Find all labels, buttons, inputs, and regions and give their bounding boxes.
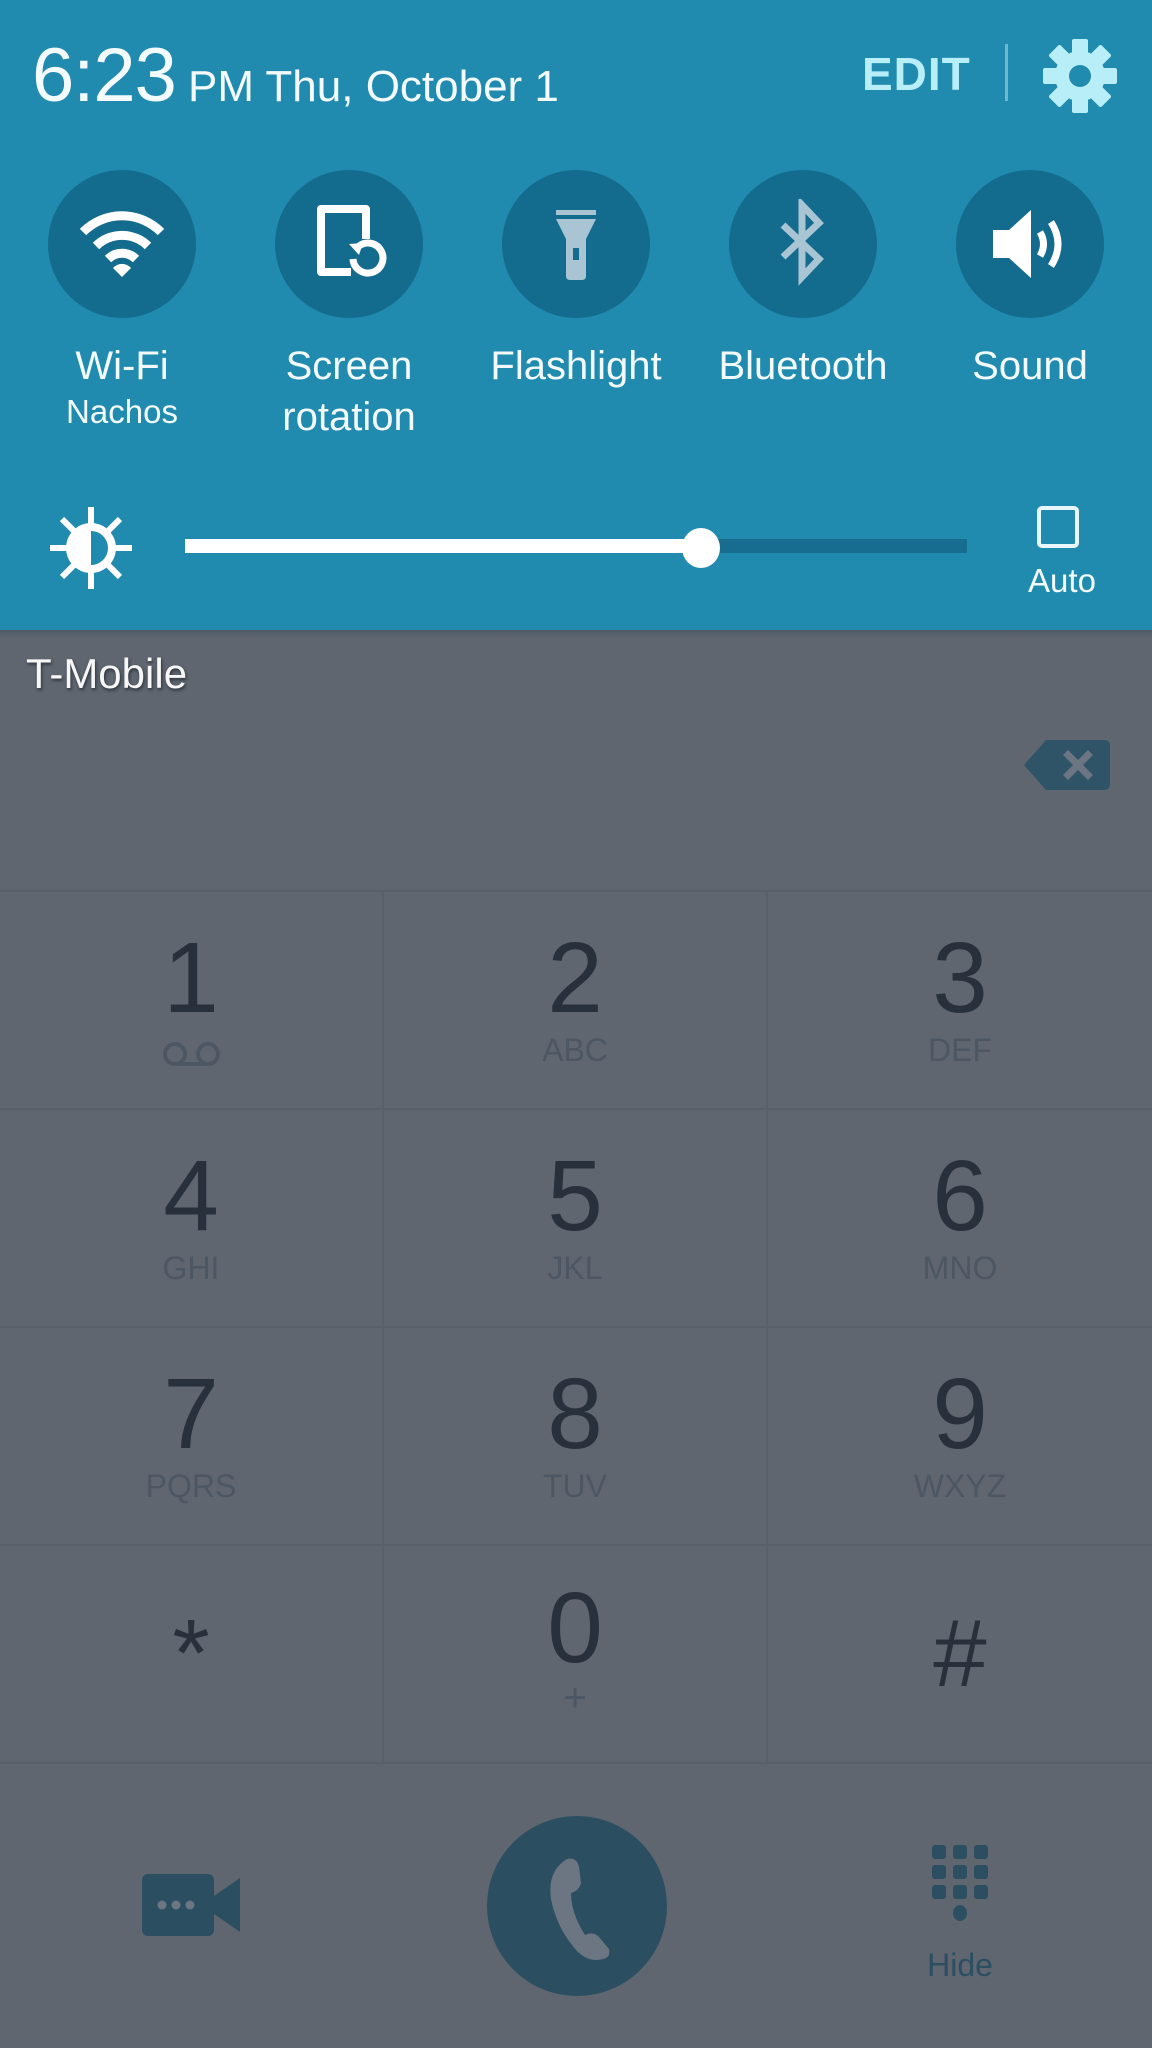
dialpad: 1 2 ABC 3 DEF 4 GHI 5 JKL 6 MNO 7 PQRS 8… [0,890,1152,1764]
notification-panel: 6:23 PM Thu, October 1 EDIT Wi-Fi Nachos… [0,0,1152,630]
call-button[interactable] [487,1816,667,1996]
key-letters: GHI [162,1250,220,1286]
key-digit: 6 [932,1140,988,1252]
brightness-slider[interactable] [185,528,967,568]
key-digit: 5 [547,1140,603,1252]
key-letters: TUV [543,1468,607,1504]
key-7[interactable]: 7 PQRS [0,1328,384,1546]
toggle-bluetooth[interactable]: Bluetooth [703,170,903,392]
panel-shadow [0,630,1152,638]
video-call-icon [142,1874,240,1936]
backspace-icon [1024,740,1110,790]
brightness-thumb[interactable] [682,528,721,568]
key-digit: # [933,1600,987,1707]
wifi-icon [79,211,165,277]
key-letters: ABC [542,1032,608,1068]
key-digit: 8 [547,1358,603,1470]
header-divider [1005,44,1008,101]
key-digit: 4 [163,1140,219,1252]
auto-brightness-checkbox[interactable] [1037,506,1079,548]
auto-brightness-label: Auto [1028,562,1096,599]
toggle-bluetooth-label: Bluetooth [718,344,888,388]
bluetooth-icon [780,199,824,286]
key-letters: JKL [547,1250,603,1286]
key-letters: PQRS [145,1468,237,1504]
toggle-wifi-label: Wi-Fi [75,344,169,388]
screen-rotation-icon [317,205,387,277]
key-letters: WXYZ [913,1468,1007,1504]
backspace-button[interactable] [1024,740,1110,790]
hide-keypad-button[interactable]: Hide [900,1845,1020,1995]
toggle-sound[interactable]: Sound [930,170,1130,392]
video-call-button[interactable] [140,1872,244,1940]
clock-date[interactable]: PM Thu, October 1 [188,60,559,114]
brightness-fill [185,539,702,553]
toggle-wifi-network: Nachos [66,393,178,430]
key-0[interactable]: 0 + [384,1546,768,1764]
key-digit: 1 [163,922,219,1034]
volume-icon [993,210,1062,278]
toggle-screen-rotation[interactable]: Screen rotation [249,170,449,442]
key-digit: 0 [547,1572,603,1684]
key-hash[interactable]: # [768,1546,1152,1764]
phone-icon [550,1858,610,1960]
key-3[interactable]: 3 DEF [768,892,1152,1110]
toggle-flashlight-label: Flashlight [490,344,662,388]
key-digit: 3 [932,922,988,1034]
key-2[interactable]: 2 ABC [384,892,768,1110]
carrier-name: T-Mobile [26,650,188,697]
key-6[interactable]: 6 MNO [768,1110,1152,1328]
key-8[interactable]: 8 TUV [384,1328,768,1546]
key-star[interactable]: * [0,1546,384,1764]
toggle-flashlight[interactable]: Flashlight [476,170,676,392]
key-digit: 7 [163,1358,219,1470]
toggle-flashlight-circle[interactable] [502,170,650,318]
key-letters: + [563,1676,587,1720]
key-1[interactable]: 1 [0,892,384,1110]
clock-time: 6:23 [32,33,177,118]
number-field[interactable] [0,700,1000,820]
voicemail-icon [163,1042,220,1066]
dialpad-icon [932,1845,988,1921]
brightness-icon [48,505,134,591]
key-4[interactable]: 4 GHI [0,1110,384,1328]
key-9[interactable]: 9 WXYZ [768,1328,1152,1546]
toggle-rotation-label: Screen [285,344,413,388]
flashlight-icon [556,210,596,280]
edit-button[interactable]: EDIT [862,46,971,102]
toggle-wifi[interactable]: Wi-Fi Nachos [22,170,222,432]
toggle-rotation-circle[interactable] [275,170,423,318]
key-letters: DEF [928,1032,992,1068]
key-digit: * [172,1600,210,1707]
toggle-sound-circle[interactable] [956,170,1104,318]
key-digit: 9 [932,1358,988,1470]
key-letters: MNO [922,1250,998,1286]
toggle-wifi-circle[interactable] [48,170,196,318]
toggle-sound-label: Sound [972,344,1088,388]
key-digit: 2 [547,922,603,1034]
hide-label: Hide [927,1947,993,1983]
gear-icon [1043,39,1117,113]
key-5[interactable]: 5 JKL [384,1110,768,1328]
toggle-bluetooth-circle[interactable] [729,170,877,318]
settings-button[interactable] [1040,36,1120,116]
toggle-rotation-sublabel: rotation [282,395,416,439]
